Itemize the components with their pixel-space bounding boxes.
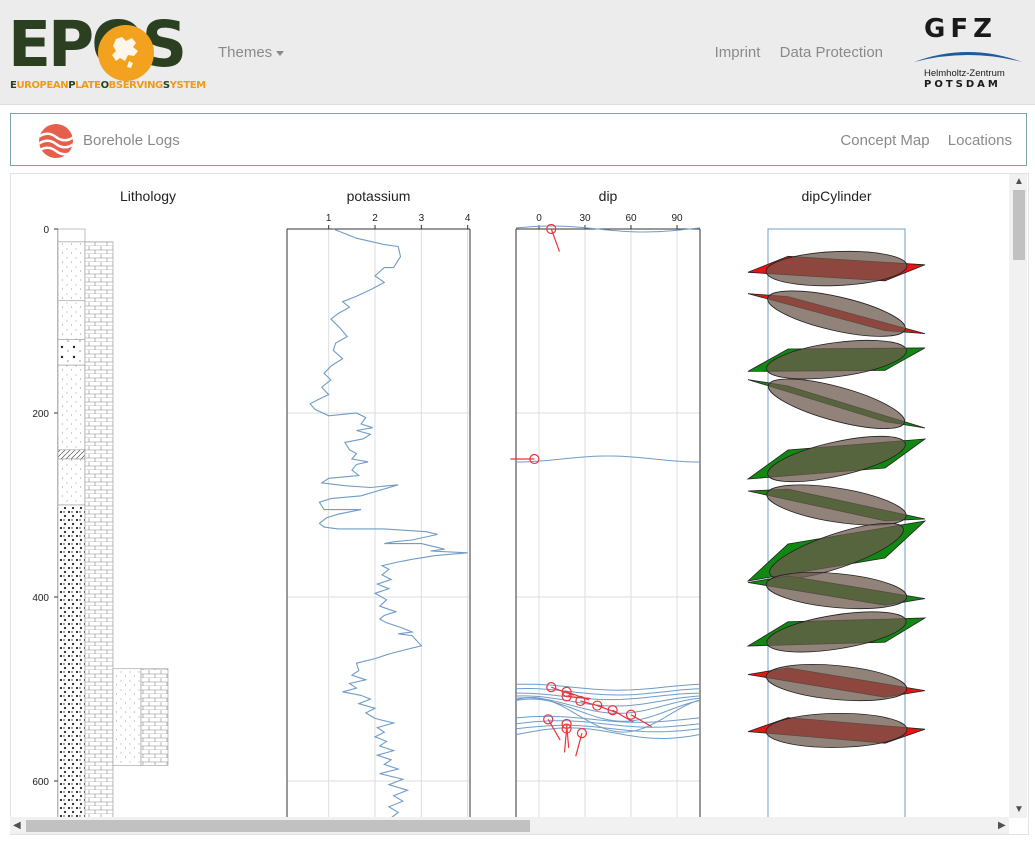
lithology-layer [57,339,86,366]
lithology-y-tick-label: 0 [43,225,49,236]
epos-subtitle: EUROPEANPLATEOBSERVINGSYSTEM [10,80,206,91]
vertical-scroll-thumb[interactable] [1013,190,1025,260]
gfz-subtitle-2: POTSDAM [924,79,1001,90]
concept-map-link[interactable]: Concept Map [840,132,929,149]
dip-sinusoid [516,455,700,463]
dipcylinder-ellipse [767,435,906,483]
lithology-layer [57,458,86,506]
dip-x-tick-label: 60 [625,213,637,224]
dipcylinder-ellipse [767,378,906,429]
dipcylinder-title: dipCylinder [801,188,871,204]
scroll-down-icon[interactable]: ▼ [1014,805,1024,815]
potassium-x-tick-label: 3 [419,213,425,224]
themes-dropdown[interactable]: Themes [218,44,285,61]
lithology-layer [57,300,86,340]
lithology-y-tick-label: 200 [32,409,49,420]
vertical-scrollbar[interactable]: ▲ ▼ [1009,174,1027,818]
gfz-arc-icon [914,52,1022,62]
dipcylinder-ellipse [766,611,907,653]
epos-logo-text: EPOS [8,8,187,81]
potassium-x-tick-label: 4 [465,213,471,224]
lithology-layer [57,364,86,451]
top-navbar: EPOS EUROPEANPLATEOBSERVINGSYSTEM Themes… [0,0,1035,105]
potassium-title: potassium [347,188,411,204]
lithology-title: Lithology [120,188,176,204]
borehole-nav: Borehole Logs Concept Map Locations [10,113,1027,166]
locations-link[interactable]: Locations [948,132,1012,149]
gfz-logo[interactable]: GFZ Helmholtz-Zentrum POTSDAM [912,14,1024,94]
data-protection-link[interactable]: Data Protection [780,44,883,61]
horizontal-scrollbar[interactable]: ◀ ▶ [10,817,1009,834]
scroll-right-icon[interactable]: ▶ [998,821,1006,831]
borehole-logs-title[interactable]: Borehole Logs [83,132,180,149]
dip-sinusoid [515,697,701,733]
dipcylinder-ellipse [765,250,908,287]
top-links: Imprint Data Protection [700,44,883,61]
dip-title: dip [599,188,618,204]
globe-icon [98,25,154,81]
caret-down-icon [276,50,285,56]
dipcylinder-ellipse [767,290,906,337]
imprint-link[interactable]: Imprint [715,44,761,61]
borehole-logs-icon[interactable] [39,124,73,158]
dipcylinder-ellipse [765,572,908,610]
lithology-side-layer [84,241,114,819]
dip-tadpole-tail [547,719,561,741]
subnav-links: Concept Map Locations [826,132,1012,149]
scroll-up-icon[interactable]: ▲ [1014,177,1024,187]
lithology-layer [57,228,86,243]
dip-x-tick-label: 0 [536,213,542,224]
log-plot-panel: Lithology 0 200 400 600 potassium 1 2 3 4 dip 0 30 60… [10,173,1029,835]
horizontal-scroll-thumb[interactable] [26,820,530,832]
dip-sinusoid [515,695,701,707]
lithology-y-tick-label: 400 [32,593,49,604]
borehole-log-chart: Lithology 0 200 400 600 potassium 1 2 3 4 dip 0 30 60… [32,188,927,820]
dip-x-tick-label: 30 [579,213,591,224]
potassium-x-tick-label: 1 [326,213,332,224]
lithology-layer [57,504,86,819]
dip-tadpole-tail [550,228,561,252]
lithology-layer [57,449,86,460]
potassium-x-tick-label: 2 [372,213,378,224]
lithology-y-tick-label: 600 [32,777,49,788]
lithology-third-layer [140,668,169,766]
lithology-third-layer [112,668,142,766]
potassium-series-line [309,228,468,819]
dip-x-tick-label: 90 [671,213,683,224]
gfz-logo-text: GFZ [924,14,997,44]
dipcylinder-ellipse [765,664,908,702]
epos-logo[interactable]: EPOS EUROPEANPLATEOBSERVINGSYSTEM [8,8,206,95]
scroll-left-icon[interactable]: ◀ [13,821,21,831]
lithology-layer [57,241,86,302]
gfz-subtitle-1: Helmholtz-Zentrum [924,68,1005,79]
dipcylinder-ellipse [766,339,907,380]
themes-label: Themes [218,44,273,61]
